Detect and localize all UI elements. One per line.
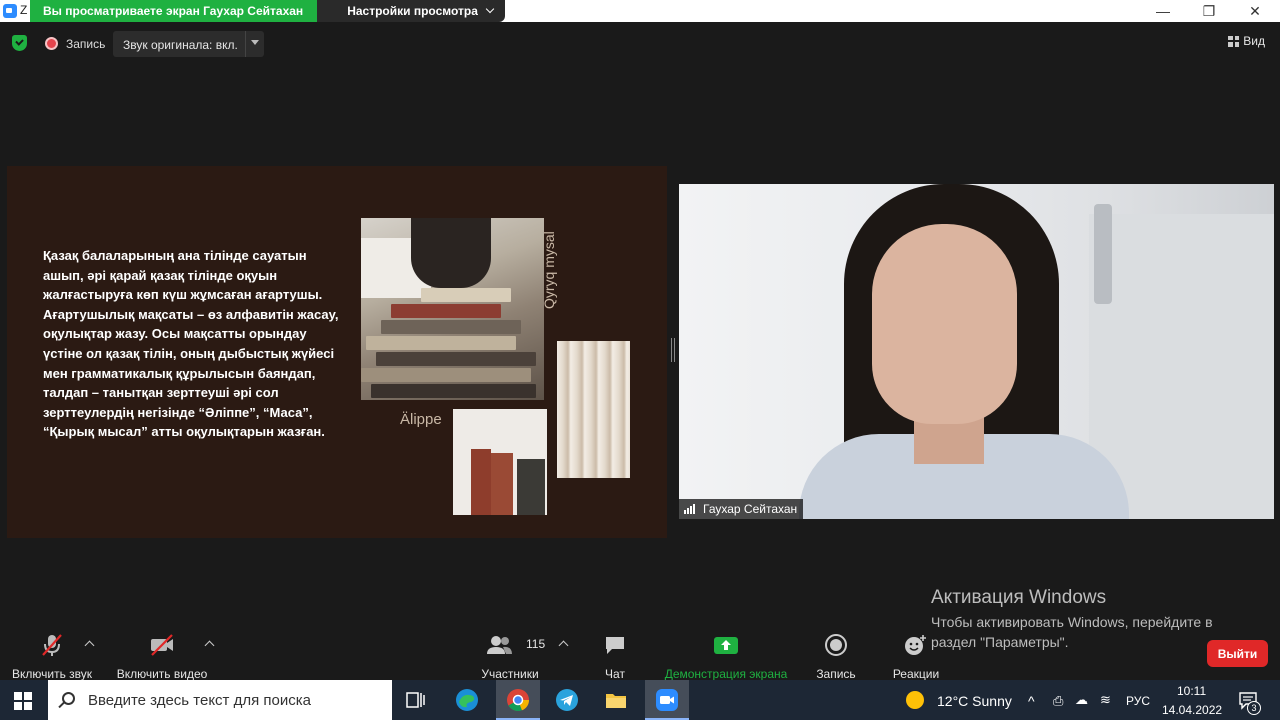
taskbar-search-box[interactable]: Введите здесь текст для поиска xyxy=(48,680,392,720)
activation-watermark-title: Активация Windows xyxy=(931,587,1107,608)
slide-vertical-label: Qyryq mysal xyxy=(541,231,557,309)
participants-count: 115 xyxy=(526,637,546,651)
shelf-books-photo xyxy=(453,409,547,515)
reactions-button[interactable]: Реакции xyxy=(886,630,946,681)
close-window-button[interactable]: ✕ xyxy=(1232,0,1278,22)
record-label: Запись xyxy=(816,667,856,681)
grid-view-icon xyxy=(1228,35,1240,47)
slide-body-text: Қазақ балаларының ана тілінде сауатын аш… xyxy=(43,248,339,440)
viewing-share-label: Вы просматриваете экран Гаухар Сейтахан xyxy=(30,0,318,22)
edge-browser-icon[interactable] xyxy=(455,688,479,712)
task-view-icon[interactable] xyxy=(404,688,428,712)
reactions-smiley-icon xyxy=(905,635,926,655)
reactions-label: Реакции xyxy=(892,667,940,681)
show-hidden-icons-chevron-icon[interactable]: ^ xyxy=(1028,693,1035,709)
participants-button[interactable]: 115 Участники xyxy=(478,630,546,681)
chat-label: Чат xyxy=(605,667,625,681)
recording-label: Запись xyxy=(66,37,106,51)
books-photo xyxy=(361,218,544,400)
zoom-app-icon xyxy=(3,4,17,18)
windows-start-icon[interactable] xyxy=(14,692,32,710)
weather-label[interactable]: 12°C Sunny xyxy=(937,693,1012,709)
maximize-icon: ❐ xyxy=(1202,2,1216,19)
signal-strength-icon xyxy=(684,504,695,514)
participants-options-caret[interactable] xyxy=(558,640,569,651)
zoom-window: Z — ❐ ✕ Вы просматриваете экран Гаухар С… xyxy=(0,0,1280,720)
participants-icon xyxy=(487,636,512,654)
share-screen-icon xyxy=(714,637,738,654)
record-button[interactable]: Запись xyxy=(808,630,864,681)
shared-slide: Қазақ балаларының ана тілінде сауатын аш… xyxy=(7,166,667,538)
chevron-down-icon xyxy=(485,4,495,14)
record-icon xyxy=(825,634,847,656)
input-language-indicator[interactable]: РУС xyxy=(1126,694,1150,708)
meet-now-icon[interactable]: ⎙ xyxy=(1053,693,1063,709)
telegram-icon[interactable] xyxy=(555,688,579,712)
split-resize-handle[interactable] xyxy=(671,338,675,362)
original-sound-button[interactable]: Звук оригинала: вкл. xyxy=(113,31,264,57)
leave-meeting-button[interactable]: Выйти xyxy=(1207,640,1268,667)
wifi-icon[interactable]: ≋ xyxy=(1100,692,1111,708)
maximize-button[interactable]: ❐ xyxy=(1186,0,1232,22)
minimize-icon: — xyxy=(1156,3,1170,19)
weather-sun-icon xyxy=(906,691,924,709)
view-label: Вид xyxy=(1243,34,1265,48)
file-explorer-icon[interactable] xyxy=(604,688,628,712)
taskbar-search-placeholder: Введите здесь текст для поиска xyxy=(88,692,311,709)
participants-label: Участники xyxy=(481,667,539,681)
app-title-letter: Z xyxy=(20,3,28,17)
slide-label-alippe: Älippe xyxy=(400,411,442,428)
minimize-button[interactable]: — xyxy=(1140,0,1186,22)
clock-time[interactable]: 10:11 xyxy=(1177,684,1206,698)
share-screen-button[interactable]: Демонстрация экрана xyxy=(660,630,792,681)
participant-video xyxy=(679,184,1274,519)
windows-taskbar: Введите здесь текст для поиска xyxy=(0,680,1280,720)
notification-count-badge: 3 xyxy=(1247,701,1261,715)
participant-name: Гаухар Сейтахан xyxy=(703,502,798,516)
chat-button[interactable]: Чат xyxy=(590,630,640,681)
view-options-label: Настройки просмотра xyxy=(347,4,478,18)
clock-date[interactable]: 14.04.2022 xyxy=(1162,703,1222,717)
close-icon: ✕ xyxy=(1249,2,1261,19)
original-sound-label: Звук оригинала: вкл. xyxy=(123,38,238,52)
video-off-icon xyxy=(151,634,173,656)
security-shield-icon[interactable] xyxy=(12,35,27,51)
start-video-button[interactable]: Включить видео xyxy=(112,630,212,681)
unmute-label: Включить звук xyxy=(11,667,93,681)
chat-icon xyxy=(606,637,624,654)
start-video-label: Включить видео xyxy=(116,667,208,681)
search-icon xyxy=(62,692,75,705)
participant-name-tag: Гаухар Сейтахан xyxy=(679,499,804,519)
share-screen-label: Демонстрация экрана xyxy=(664,667,788,681)
original-sound-separator xyxy=(245,31,246,57)
view-options-button[interactable]: Настройки просмотра xyxy=(317,0,506,22)
leave-label: Выйти xyxy=(1217,646,1258,661)
unmute-button[interactable]: Включить звук xyxy=(8,630,96,681)
columns-photo xyxy=(557,341,630,478)
onedrive-cloud-icon[interactable]: ☁ xyxy=(1075,692,1088,708)
zoom-taskbar-icon[interactable] xyxy=(655,688,679,712)
screen-share-banner: Вы просматриваете экран Гаухар Сейтахан … xyxy=(30,0,506,22)
muted-microphone-icon xyxy=(42,634,62,656)
view-button[interactable]: Вид xyxy=(1228,34,1265,48)
caret-down-icon[interactable] xyxy=(251,40,259,45)
chrome-browser-icon[interactable] xyxy=(506,688,530,712)
recording-indicator-icon xyxy=(45,37,58,50)
